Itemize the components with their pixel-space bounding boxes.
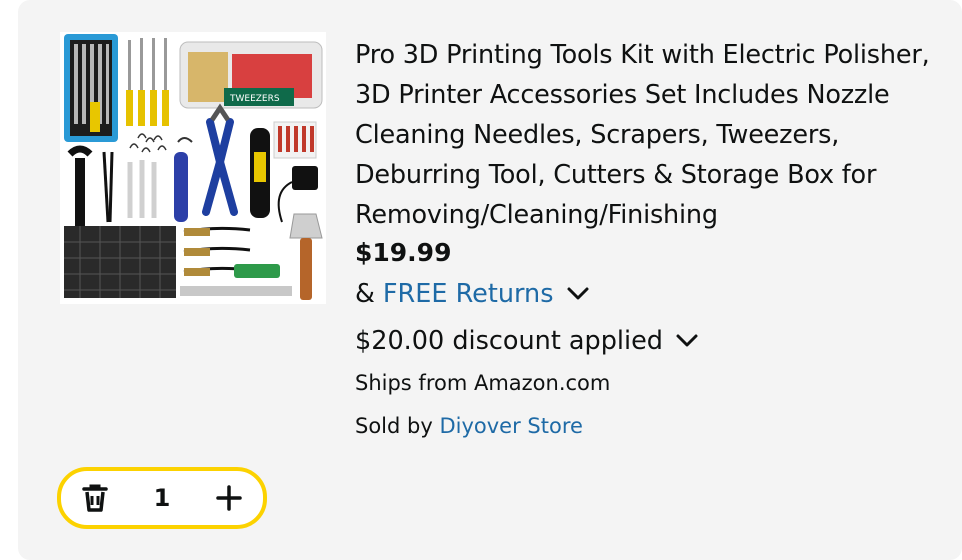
free-returns-link[interactable]: FREE Returns [383, 274, 554, 314]
returns-row: & FREE Returns [355, 274, 590, 314]
seller-link[interactable]: Diyover Store [439, 414, 582, 438]
product-title[interactable]: Pro 3D Printing Tools Kit with Electric … [355, 35, 945, 235]
discount-row: $20.00 discount applied [355, 321, 699, 361]
returns-prefix: & [355, 279, 375, 309]
product-image[interactable]: TWEEZERS [60, 32, 326, 304]
tools-kit-illustration: TWEEZERS [64, 34, 323, 300]
quantity-value: 1 [153, 484, 171, 512]
trash-icon[interactable] [77, 480, 113, 516]
chevron-down-icon[interactable] [566, 274, 590, 314]
product-price: $19.99 [355, 238, 452, 267]
discount-text: $20.00 discount applied [355, 326, 663, 356]
quantity-stepper: 1 [57, 467, 267, 529]
sold-by-row: Sold by Diyover Store [355, 409, 583, 443]
sold-by-prefix: Sold by [355, 414, 433, 438]
ships-from: Ships from Amazon.com [355, 371, 611, 395]
image-text: TWEEZERS [229, 94, 280, 104]
chevron-down-icon[interactable] [675, 321, 699, 361]
plus-icon[interactable] [211, 480, 247, 516]
